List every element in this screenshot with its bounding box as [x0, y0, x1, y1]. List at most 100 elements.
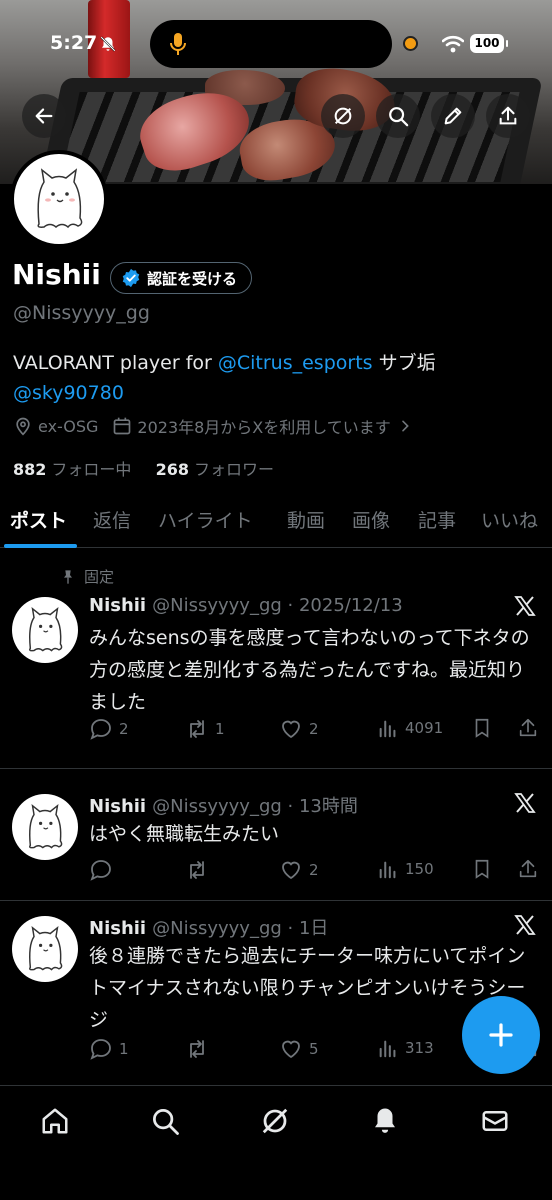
dynamic-island: [150, 20, 392, 68]
share-post-button[interactable]: [517, 858, 539, 880]
views-icon: [379, 720, 396, 738]
verify-label: 認証を受ける: [147, 269, 238, 288]
nav-search[interactable]: [148, 1104, 182, 1138]
grok-icon: [262, 1108, 288, 1134]
post-avatar[interactable]: [12, 794, 78, 860]
views-button[interactable]: 4091: [377, 717, 443, 739]
post-meta: @Nissyyyy_gg · 1日: [152, 918, 329, 939]
post-header: Nishii @Nissyyyy_gg · 2025/12/13: [89, 595, 403, 616]
views-icon: [379, 861, 396, 879]
x-logo-icon[interactable]: [513, 913, 537, 937]
location-text: ex-OSG: [38, 416, 99, 436]
followers-link[interactable]: 268 フォロワー: [156, 460, 274, 479]
views-button[interactable]: 150: [377, 858, 434, 880]
bookmark-button[interactable]: [471, 858, 493, 880]
bookmark-icon: [475, 859, 489, 879]
pinned-label: 固定: [60, 566, 114, 587]
post-text: はやく無職転生みたい: [89, 823, 280, 845]
post-author-name[interactable]: Nishii: [89, 595, 146, 616]
like-count: 2: [309, 720, 319, 738]
followers-label: フォロワー: [194, 460, 275, 479]
joined-date[interactable]: 2023年8月からXを利用しています: [137, 414, 390, 438]
tab-videos[interactable]: 動画: [287, 506, 325, 533]
like-icon: [282, 861, 300, 880]
bio-mention-link[interactable]: @Citrus_esports: [218, 352, 373, 374]
calendar-icon: [114, 417, 131, 435]
status-bar: 5:27 100: [0, 18, 552, 70]
reply-button[interactable]: [89, 858, 119, 882]
following-label: フォロー中: [51, 460, 132, 479]
share-icon: [519, 859, 537, 878]
x-logo-icon[interactable]: [513, 791, 537, 815]
following-link[interactable]: 882 フォロー中: [13, 460, 131, 479]
bio-mention-link[interactable]: @sky90780: [13, 382, 124, 404]
post-avatar[interactable]: [12, 597, 78, 663]
microphone-icon: [170, 33, 186, 55]
grok-button[interactable]: [321, 94, 365, 138]
reply-button[interactable]: 1: [89, 1037, 129, 1061]
x-logo-icon[interactable]: [513, 594, 537, 618]
verified-badge-icon: [122, 268, 140, 288]
wifi-icon: [442, 35, 464, 53]
pin-icon: [64, 569, 72, 584]
edit-button[interactable]: [431, 94, 475, 138]
like-button[interactable]: 5: [279, 1037, 319, 1061]
reply-icon: [90, 719, 111, 740]
tab-likes[interactable]: いいね: [481, 506, 538, 533]
reply-button[interactable]: 2: [89, 717, 129, 741]
post-avatar[interactable]: [12, 916, 78, 982]
profile-tabs: ポスト 返信 ハイライト 動画 画像 記事 いいね: [0, 500, 552, 548]
bio-text: サブ垢: [372, 352, 436, 374]
ghost-cat-avatar-icon: [29, 925, 63, 971]
pencil-icon: [444, 107, 462, 125]
reply-icon: [90, 860, 111, 881]
tab-replies[interactable]: 返信: [93, 506, 131, 533]
repost-icon: [190, 1040, 204, 1058]
post-author-name[interactable]: Nishii: [89, 796, 146, 817]
search-icon: [389, 107, 409, 127]
profile-avatar[interactable]: [10, 150, 108, 248]
home-icon: [42, 1108, 68, 1134]
share-post-button[interactable]: [517, 717, 539, 739]
post-divider: [0, 768, 552, 769]
repost-button[interactable]: [185, 1037, 215, 1061]
nav-messages[interactable]: [478, 1104, 512, 1138]
nav-notifications[interactable]: [368, 1104, 402, 1138]
share-button[interactable]: [486, 94, 530, 138]
tab-photos[interactable]: 画像: [352, 506, 390, 533]
tab-articles[interactable]: 記事: [418, 506, 456, 533]
tab-posts[interactable]: ポスト: [10, 506, 67, 533]
notification-bell-icon: [375, 1108, 395, 1133]
like-button[interactable]: 2: [279, 717, 319, 741]
nav-grok[interactable]: [258, 1104, 292, 1138]
post-meta: @Nissyyyy_gg · 2025/12/13: [152, 595, 403, 616]
like-button[interactable]: 2: [279, 858, 319, 882]
grok-icon: [334, 107, 352, 125]
post-divider: [0, 900, 552, 901]
view-count: 313: [405, 1039, 434, 1057]
ghost-cat-avatar-icon: [29, 606, 63, 652]
repost-button[interactable]: [185, 858, 215, 882]
back-button[interactable]: [22, 94, 66, 138]
repost-icon: [190, 720, 204, 738]
like-icon: [282, 1040, 300, 1059]
repost-button[interactable]: 1: [185, 717, 225, 741]
post-author-name[interactable]: Nishii: [89, 918, 146, 939]
nav-home[interactable]: [38, 1104, 72, 1138]
compose-post-button[interactable]: [462, 996, 540, 1074]
tab-highlights[interactable]: ハイライト: [158, 506, 253, 533]
bell-muted-icon: [100, 36, 116, 52]
ghost-cat-avatar-icon: [29, 803, 63, 849]
views-button[interactable]: 313: [377, 1037, 434, 1059]
bookmark-button[interactable]: [471, 717, 493, 739]
plus-icon: [489, 1023, 513, 1047]
view-count: 150: [405, 860, 434, 878]
share-icon: [499, 106, 517, 125]
pinned-text: 固定: [84, 568, 115, 586]
chevron-right-icon: [401, 420, 409, 432]
post-actions: 2 1 2 4091: [89, 717, 549, 743]
repost-count: 1: [215, 720, 225, 738]
get-verified-button[interactable]: 認証を受ける: [110, 262, 253, 294]
like-icon: [282, 720, 300, 739]
search-button[interactable]: [376, 94, 420, 138]
